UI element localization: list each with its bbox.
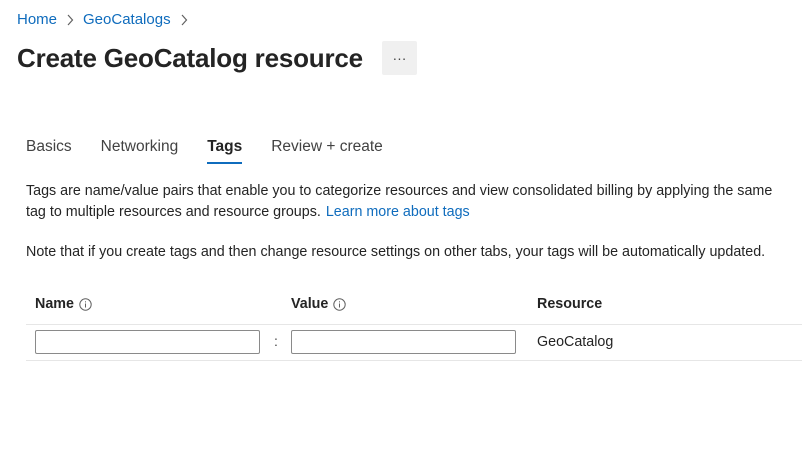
resource-column-header: Resource [537,296,602,312]
tag-name-input[interactable] [35,330,260,354]
value-column-header: Value [291,296,347,312]
breadcrumb-geocatalogs-link[interactable]: GeoCatalogs [83,11,171,28]
more-actions-button[interactable]: ··· [381,41,417,75]
tab-bar: Basics Networking Tags Review + create [26,137,412,164]
tab-tags[interactable]: Tags [207,137,243,164]
page-title: Create GeoCatalog resource [17,42,363,73]
tags-note: Note that if you create tags and then ch… [26,244,766,260]
tags-description: Tags are name/value pairs that enable yo… [26,181,796,223]
info-icon[interactable] [79,297,92,311]
chevron-right-icon [66,14,74,26]
tag-value-input[interactable] [291,330,516,354]
breadcrumb-home-link[interactable]: Home [17,11,57,28]
tab-networking[interactable]: Networking [101,137,179,164]
table-divider [26,324,802,325]
resource-cell: GeoCatalog [537,334,614,350]
resource-header-label: Resource [537,296,603,312]
table-divider [26,360,802,361]
learn-more-tags-link[interactable]: Learn more about tags [326,204,470,220]
breadcrumb: Home GeoCatalogs [17,11,197,28]
title-row: Create GeoCatalog resource ··· [17,41,417,75]
name-column-header: Name [35,296,92,312]
name-header-label: Name [35,296,74,312]
chevron-right-icon [180,14,188,26]
ellipsis-icon: ··· [392,50,407,66]
name-value-separator: : [274,333,278,349]
tab-basics[interactable]: Basics [26,137,72,164]
value-header-label: Value [291,296,329,312]
info-icon[interactable] [333,297,347,311]
tab-review-create[interactable]: Review + create [271,137,383,164]
